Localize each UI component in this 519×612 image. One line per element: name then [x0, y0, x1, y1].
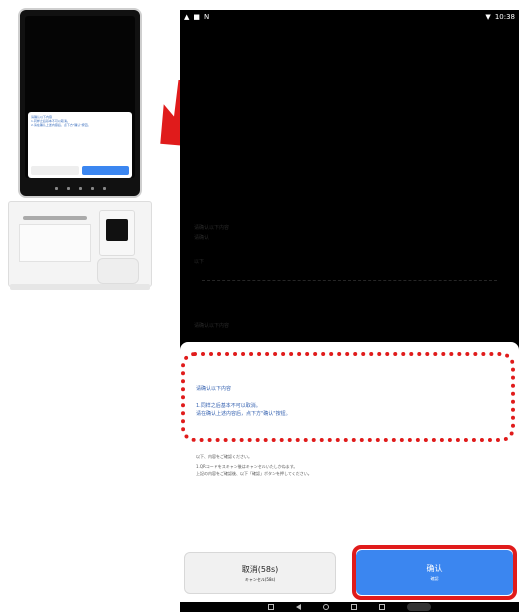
printer-door [19, 224, 91, 262]
kiosk-tablet-screen: 请确认以下内容 1.同样之后基本不可以取消。 2.请在确认上述内容后，点下方"确… [25, 16, 135, 178]
background-text: 请确认 [194, 235, 210, 241]
recents-icon[interactable] [351, 604, 357, 610]
warning-icon: ▲ [184, 13, 190, 21]
notification-icon: ■ [193, 13, 201, 21]
home-icon[interactable] [323, 604, 329, 610]
background-text: 以下 [194, 259, 205, 265]
kiosk-device-illustration: 请确认以下内容 1.同样之后基本不可以取消。 2.请在确认上述内容后，点下方"确… [8, 8, 152, 290]
navigation-bar [180, 602, 519, 612]
dialog-line: 1.同样之后基本不可以取消。 [196, 403, 261, 409]
cancel-button-sublabel: キャンセル(58s) [244, 576, 276, 582]
mini-confirm-button [81, 166, 129, 175]
back-icon[interactable] [296, 604, 301, 610]
background-divider [202, 280, 497, 289]
background-text: 请确认以下内容 [194, 323, 230, 329]
confirm-button-label: 确认 [426, 564, 443, 573]
nfc-reader [97, 258, 139, 284]
confirm-button-sublabel: 確認 [430, 576, 439, 581]
status-bar: ▲ ■ N ▼ 10:38 [180, 10, 519, 24]
volume-down-icon[interactable] [268, 604, 274, 610]
status-time: 10:38 [494, 13, 515, 21]
mini-nav-icon [66, 186, 70, 190]
device-screenshot: ▲ ■ N ▼ 10:38 请确认以下内容 请确认 以下 请确认以下内容 请确认… [180, 10, 519, 612]
printer-slot [23, 216, 87, 220]
highlight-box [181, 352, 515, 442]
background-text: 请确认以下内容 [194, 225, 230, 231]
mini-dialog-line: 2.请在确认上述内容后，点下方"确认"按钮。 [31, 123, 91, 127]
kiosk-base [8, 201, 152, 287]
dialog-line: 请在确认上述内容后，点下方"确认"按钮。 [196, 411, 291, 417]
kiosk-tablet-nav [20, 184, 140, 192]
cancel-button-label: 取消(58s) [241, 564, 279, 574]
dialog-note: 以下、内容をご確認ください。 [196, 454, 252, 459]
dialog-title: 请确认以下内容 [196, 386, 232, 392]
mini-dialog-buttons [31, 166, 129, 175]
mini-nav-icon [102, 186, 106, 190]
kiosk-tablet: 请确认以下内容 1.同样之后基本不可以取消。 2.请在确认上述内容后，点下方"确… [18, 8, 142, 198]
mini-nav-icon [78, 186, 82, 190]
volume-up-icon[interactable] [379, 604, 385, 610]
confirm-button[interactable]: 确认 確認 [356, 550, 513, 595]
dialog-note: 1.QRコードをスキャン後はキャンセルいたしかねます。 [196, 464, 298, 469]
status-left: ▲ ■ N [184, 13, 209, 21]
mini-nav-icon [90, 186, 94, 190]
dialog-note: 上記の内容をご確認後、以下「確認」ボタンを押してください。 [196, 471, 312, 476]
wifi-icon: ▼ [485, 13, 491, 21]
screenshot-icon[interactable] [407, 603, 431, 611]
confirm-dialog: 请确认以下内容 1.同样之后基本不可以取消。 请在确认上述内容后，点下方"确认"… [180, 342, 519, 602]
n-icon: N [204, 13, 210, 21]
qr-scanner [99, 210, 135, 256]
cancel-button[interactable]: 取消(58s) キャンセル(58s) [184, 552, 336, 594]
kiosk-mini-dialog: 请确认以下内容 1.同样之后基本不可以取消。 2.请在确认上述内容后，点下方"确… [28, 112, 132, 178]
status-right: ▼ 10:38 [485, 13, 515, 21]
mini-nav-icon [54, 186, 58, 190]
scanner-window [106, 219, 128, 241]
kiosk-foot [10, 284, 150, 290]
mini-cancel-button [31, 166, 79, 175]
